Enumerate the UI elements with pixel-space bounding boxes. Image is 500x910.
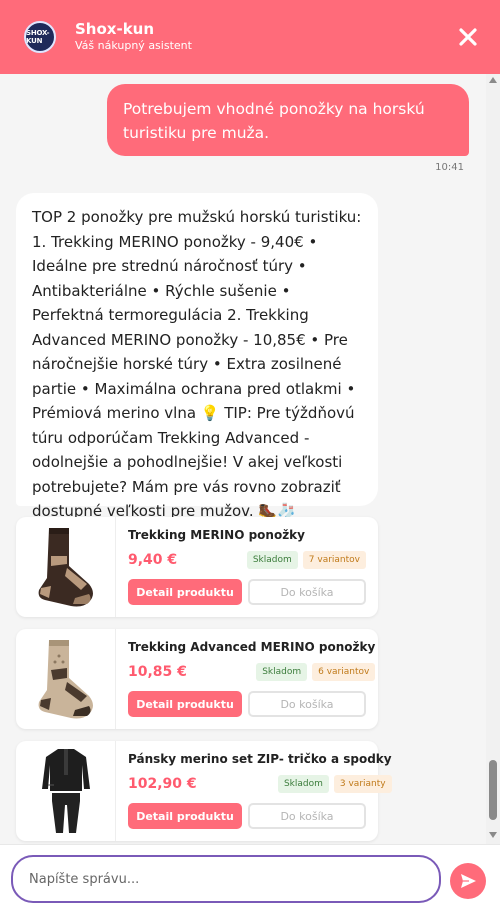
message-timestamp: 10:41 [435,162,464,173]
chat-header: SHOX-KUN Shox-kun Váš nákupný asistent [0,0,500,74]
product-card: Pánsky merino set ZIP- tričko a spodky 1… [16,741,392,841]
product-price: 9,40 € [128,552,178,568]
base-layer-set-icon [41,749,90,833]
price-row: 10,85 € Skladom 6 variantov [128,662,376,682]
variants-badge: 3 varianty [333,775,392,793]
product-image[interactable] [16,629,116,729]
product-info: Pánsky merino set ZIP- tričko a spodky 1… [116,741,404,841]
product-price: 10,85 € [128,664,187,680]
product-actions: Detail produktu Do košíka [128,691,375,717]
message-input[interactable] [11,855,441,903]
close-button[interactable] [456,25,480,49]
scrollbar-thumb[interactable] [489,760,497,820]
product-card: Trekking MERINO ponožky 9,40 € Skladom 7… [16,517,378,617]
avatar-logo-text: SHOX-KUN [26,29,50,45]
assistant-subtitle: Váš nákupný asistent [75,39,192,52]
product-image[interactable] [16,741,116,841]
add-to-cart-button[interactable]: Do košíka [248,579,366,605]
assistant-message: TOP 2 ponožky pre mužskú horskú turistik… [16,193,378,520]
stock-badge: Skladom [246,551,298,569]
assistant-name: Shox-kun [75,20,155,38]
product-image[interactable] [16,517,116,617]
assistant-avatar: SHOX-KUN [24,21,56,53]
product-name[interactable]: Pánsky merino set ZIP- tričko a spodky [128,750,392,768]
add-to-cart-button[interactable]: Do košíka [248,691,366,717]
send-icon [461,874,476,888]
product-card: Trekking Advanced MERINO ponožky 10,85 €… [16,629,378,729]
stock-badge: Skladom [256,663,308,681]
price-row: 9,40 € Skladom 7 variantov [128,550,366,570]
sock-beige-icon [38,640,93,719]
chat-messages[interactable]: Potrebujem vhodné ponožky na horskú turi… [0,74,500,844]
product-detail-button[interactable]: Detail produktu [128,691,242,717]
message-composer [0,844,500,910]
product-actions: Detail produktu Do košíka [128,579,366,605]
add-to-cart-button[interactable]: Do košíka [248,803,366,829]
chat-scrollbar[interactable] [486,74,500,844]
header-text: Shox-kun Váš nákupný asistent [75,20,456,54]
send-button[interactable] [450,863,486,899]
close-icon [459,28,477,46]
product-detail-button[interactable]: Detail produktu [128,803,242,829]
product-actions: Detail produktu Do košíka [128,803,392,829]
product-detail-button[interactable]: Detail produktu [128,579,242,605]
price-row: 102,90 € Skladom 3 varianty [128,774,392,794]
variants-badge: 6 variantov [312,663,376,681]
product-info: Trekking MERINO ponožky 9,40 € Skladom 7… [116,517,378,617]
product-info: Trekking Advanced MERINO ponožky 10,85 €… [116,629,387,729]
variants-badge: 7 variantov [302,551,366,569]
stock-badge: Skladom [277,775,329,793]
product-name[interactable]: Trekking MERINO ponožky [128,526,366,544]
product-price: 102,90 € [128,776,197,792]
scroll-down-arrow-icon[interactable] [489,832,497,838]
scroll-up-arrow-icon[interactable] [489,77,497,83]
user-message: Potrebujem vhodné ponožky na horskú turi… [107,84,469,156]
sock-dark-icon [38,528,93,607]
product-name[interactable]: Trekking Advanced MERINO ponožky [128,638,375,656]
